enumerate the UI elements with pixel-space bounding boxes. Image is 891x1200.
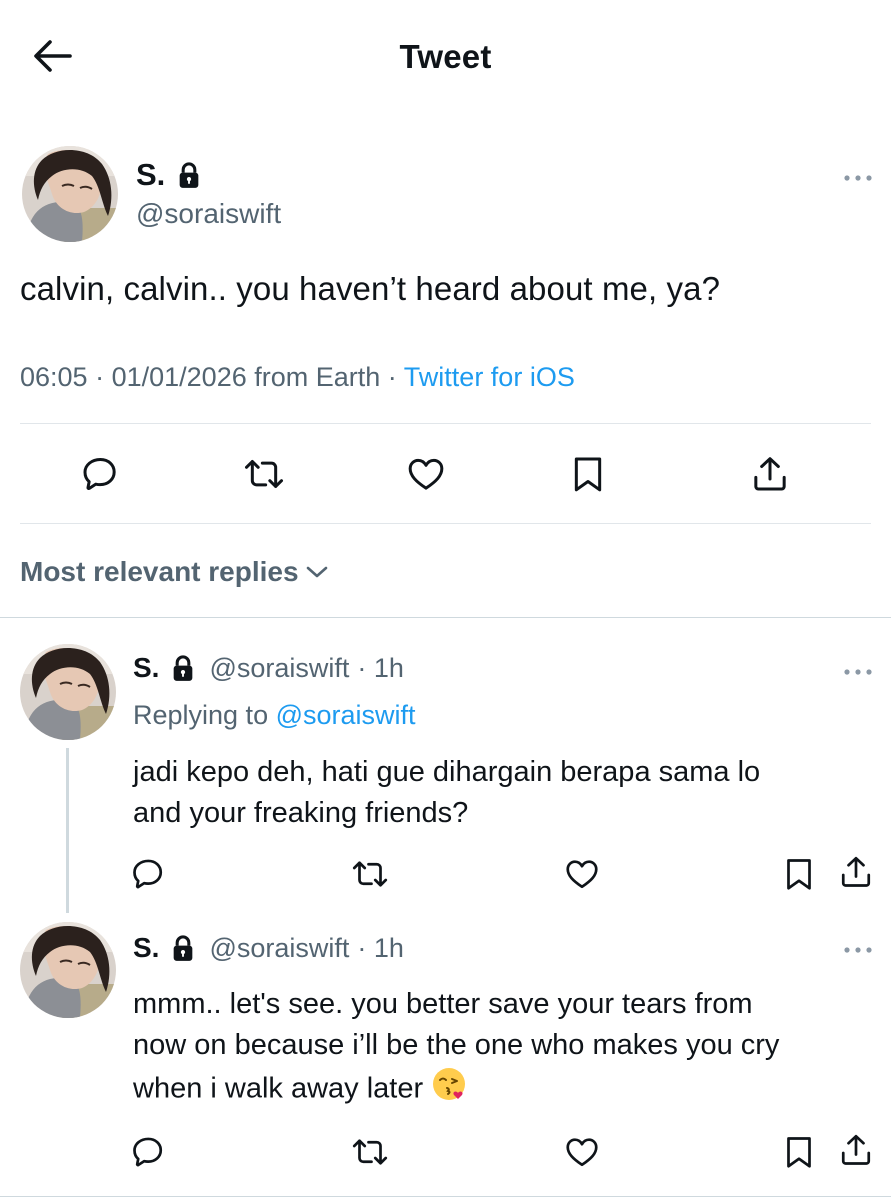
meta-separator: · — [387, 362, 404, 392]
kiss-emoji-icon — [431, 1066, 467, 1114]
bookmark-button[interactable] — [779, 854, 819, 894]
reply-button[interactable] — [128, 854, 168, 894]
retweet-icon — [352, 1134, 388, 1170]
divider — [0, 1196, 891, 1197]
reply-time: · 1h — [357, 932, 404, 963]
replying-to-label: Replying to — [133, 700, 269, 730]
heart-icon — [564, 856, 600, 892]
share-icon — [838, 854, 874, 890]
reply-header: S. @soraiswift · 1h — [133, 932, 404, 964]
bookmark-button[interactable] — [566, 452, 610, 496]
replying-to: Replying to @soraiswift — [133, 700, 416, 731]
retweet-button[interactable] — [242, 452, 286, 496]
retweet-icon — [243, 454, 285, 494]
share-button[interactable] — [836, 852, 876, 892]
lock-icon — [169, 933, 197, 963]
replying-to-handle[interactable]: @soraiswift — [276, 700, 416, 730]
tweet-meta: 06:05 · 01/01/2026 from Earth · Twitter … — [20, 362, 575, 393]
reply-time: · 1h — [357, 652, 404, 683]
retweet-button[interactable] — [350, 854, 390, 894]
tweet-date: 01/01/2026 from Earth — [111, 362, 381, 392]
reply-button[interactable] — [128, 1132, 168, 1172]
reply-text-line: now on because i’ll be the one who makes… — [133, 1029, 780, 1061]
divider — [20, 523, 871, 524]
bookmark-button[interactable] — [779, 1132, 819, 1172]
retweet-icon — [352, 856, 388, 892]
sort-label: Most relevant replies — [20, 556, 299, 587]
avatar[interactable] — [20, 644, 116, 740]
reply-text-line: and your freaking friends? — [133, 797, 469, 829]
reply-text: mmm.. let's see. you better save your te… — [133, 984, 863, 1114]
reply-text-fragment: when i walk away later — [133, 1072, 424, 1105]
share-button[interactable] — [836, 1130, 876, 1170]
reply-text: jadi kepo deh, hati gue dihargain berapa… — [133, 752, 863, 834]
divider — [0, 617, 891, 618]
lock-icon — [169, 653, 197, 683]
chevron-down-icon — [306, 566, 327, 578]
author-handle[interactable]: @soraiswift — [209, 653, 349, 684]
divider — [20, 423, 871, 424]
thread-line — [66, 748, 69, 913]
reply-icon — [80, 454, 120, 494]
more-options-button[interactable] — [838, 660, 878, 684]
heart-icon — [405, 454, 447, 494]
reply-button[interactable] — [78, 452, 122, 496]
tweet-source-link[interactable]: Twitter for iOS — [404, 362, 575, 392]
heart-icon — [564, 1134, 600, 1170]
more-icon — [843, 946, 873, 954]
avatar[interactable] — [22, 146, 118, 242]
share-icon — [838, 1132, 874, 1168]
more-options-button[interactable] — [838, 166, 878, 190]
bookmark-icon — [781, 1134, 817, 1170]
share-button[interactable] — [748, 452, 792, 496]
avatar[interactable] — [20, 922, 116, 1018]
reply-icon — [130, 1134, 166, 1170]
like-button[interactable] — [404, 452, 448, 496]
display-name: S. — [136, 157, 166, 192]
reply-sort-dropdown[interactable]: Most relevant replies — [20, 556, 329, 588]
retweet-button[interactable] — [350, 1132, 390, 1172]
share-icon — [750, 454, 790, 494]
like-button[interactable] — [562, 854, 602, 894]
like-button[interactable] — [562, 1132, 602, 1172]
page-title: Tweet — [399, 38, 492, 75]
bookmark-icon — [568, 454, 608, 494]
more-icon — [843, 668, 873, 676]
reply-text-line: mmm.. let's see. you better save your te… — [133, 988, 753, 1020]
display-name[interactable]: S. — [133, 932, 159, 964]
tweet-time: 06:05 — [20, 362, 88, 392]
more-options-button[interactable] — [838, 938, 878, 962]
author-handle[interactable]: @soraiswift — [136, 198, 281, 230]
lock-icon — [175, 160, 203, 190]
reply-text-line: when i walk away later — [133, 1066, 863, 1114]
tweet-text: calvin, calvin.. you haven’t heard about… — [20, 270, 721, 307]
more-icon — [843, 174, 873, 182]
bookmark-icon — [781, 856, 817, 892]
author-handle[interactable]: @soraiswift — [209, 933, 349, 964]
display-name[interactable]: S. — [133, 652, 159, 684]
author-name[interactable]: S. — [136, 157, 203, 193]
meta-separator: · — [95, 362, 112, 392]
reply-header: S. @soraiswift · 1h — [133, 652, 404, 684]
reply-icon — [130, 856, 166, 892]
reply-text-line: jadi kepo deh, hati gue dihargain berapa… — [133, 756, 761, 788]
